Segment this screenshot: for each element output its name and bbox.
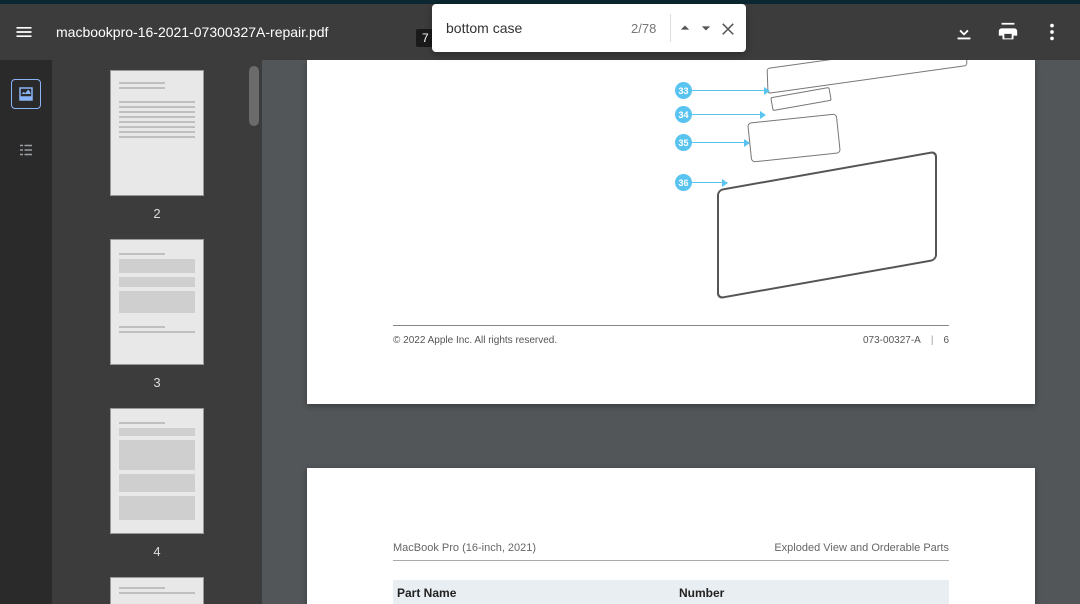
- find-input[interactable]: [446, 20, 627, 36]
- divider: [670, 14, 671, 42]
- document-number: 073-00327-A|6: [863, 335, 949, 346]
- exploded-diagram: 33 34 35 36: [527, 60, 987, 260]
- thumbnails-scrollbar[interactable]: [248, 66, 260, 586]
- parts-table: Part Name Number 1.Bottom case923-06750,…: [393, 580, 949, 604]
- callout-bubble: 33: [675, 82, 692, 99]
- page-footer-rule: [393, 325, 949, 326]
- thumbnail-label: 2: [153, 206, 160, 221]
- callout-bubble: 35: [675, 134, 692, 151]
- table-header-row: Part Name Number: [393, 580, 949, 604]
- print-button[interactable]: [988, 12, 1028, 52]
- find-close-button[interactable]: [717, 12, 738, 44]
- pdf-page: 33 34 35 36 © 2022 Apple Inc. All rights…: [307, 60, 1035, 404]
- thumbnail-item[interactable]: 3: [52, 239, 262, 390]
- col-part-name: Part Name: [393, 580, 679, 604]
- download-button[interactable]: [944, 12, 984, 52]
- thumbnail-preview: [110, 577, 204, 604]
- thumbnail-item[interactable]: 4: [52, 408, 262, 559]
- thumbnail-label: 4: [153, 544, 160, 559]
- callout-bubble: 36: [675, 174, 692, 191]
- running-header-right: Exploded View and Orderable Parts: [774, 542, 949, 554]
- thumbnail-preview: [110, 70, 204, 196]
- find-bar: 2/78: [432, 4, 746, 52]
- toolbar-right: [944, 4, 1072, 60]
- copyright-text: © 2022 Apple Inc. All rights reserved.: [393, 335, 557, 346]
- thumbnail-item[interactable]: 2: [52, 70, 262, 221]
- thumbnail-preview: [110, 408, 204, 534]
- menu-button[interactable]: [0, 4, 48, 60]
- thumbnail-item[interactable]: [52, 577, 262, 604]
- outline-tab[interactable]: [12, 136, 40, 164]
- find-result-count: 2/78: [631, 21, 656, 36]
- more-options-button[interactable]: [1032, 12, 1072, 52]
- col-number: Number: [679, 580, 949, 604]
- thumbnail-preview: [110, 239, 204, 365]
- page-number: 6: [943, 335, 949, 346]
- document-title: macbookpro-16-2021-07300327A-repair.pdf: [56, 24, 328, 40]
- thumbnail-label: 3: [153, 375, 160, 390]
- doc-id: 073-00327-A: [863, 335, 921, 346]
- callout-bubble: 34: [675, 106, 692, 123]
- running-header-left: MacBook Pro (16-inch, 2021): [393, 542, 536, 554]
- page-running-header: MacBook Pro (16-inch, 2021) Exploded Vie…: [393, 542, 949, 561]
- thumbnails-tab[interactable]: [12, 80, 40, 108]
- find-prev-button[interactable]: [675, 12, 696, 44]
- pdf-page: MacBook Pro (16-inch, 2021) Exploded Vie…: [307, 468, 1035, 604]
- find-next-button[interactable]: [696, 12, 717, 44]
- pdf-viewer[interactable]: 33 34 35 36 © 2022 Apple Inc. All rights…: [262, 60, 1080, 604]
- sidebar-rail: [0, 60, 52, 604]
- thumbnail-panel: 2 3 4: [52, 60, 262, 604]
